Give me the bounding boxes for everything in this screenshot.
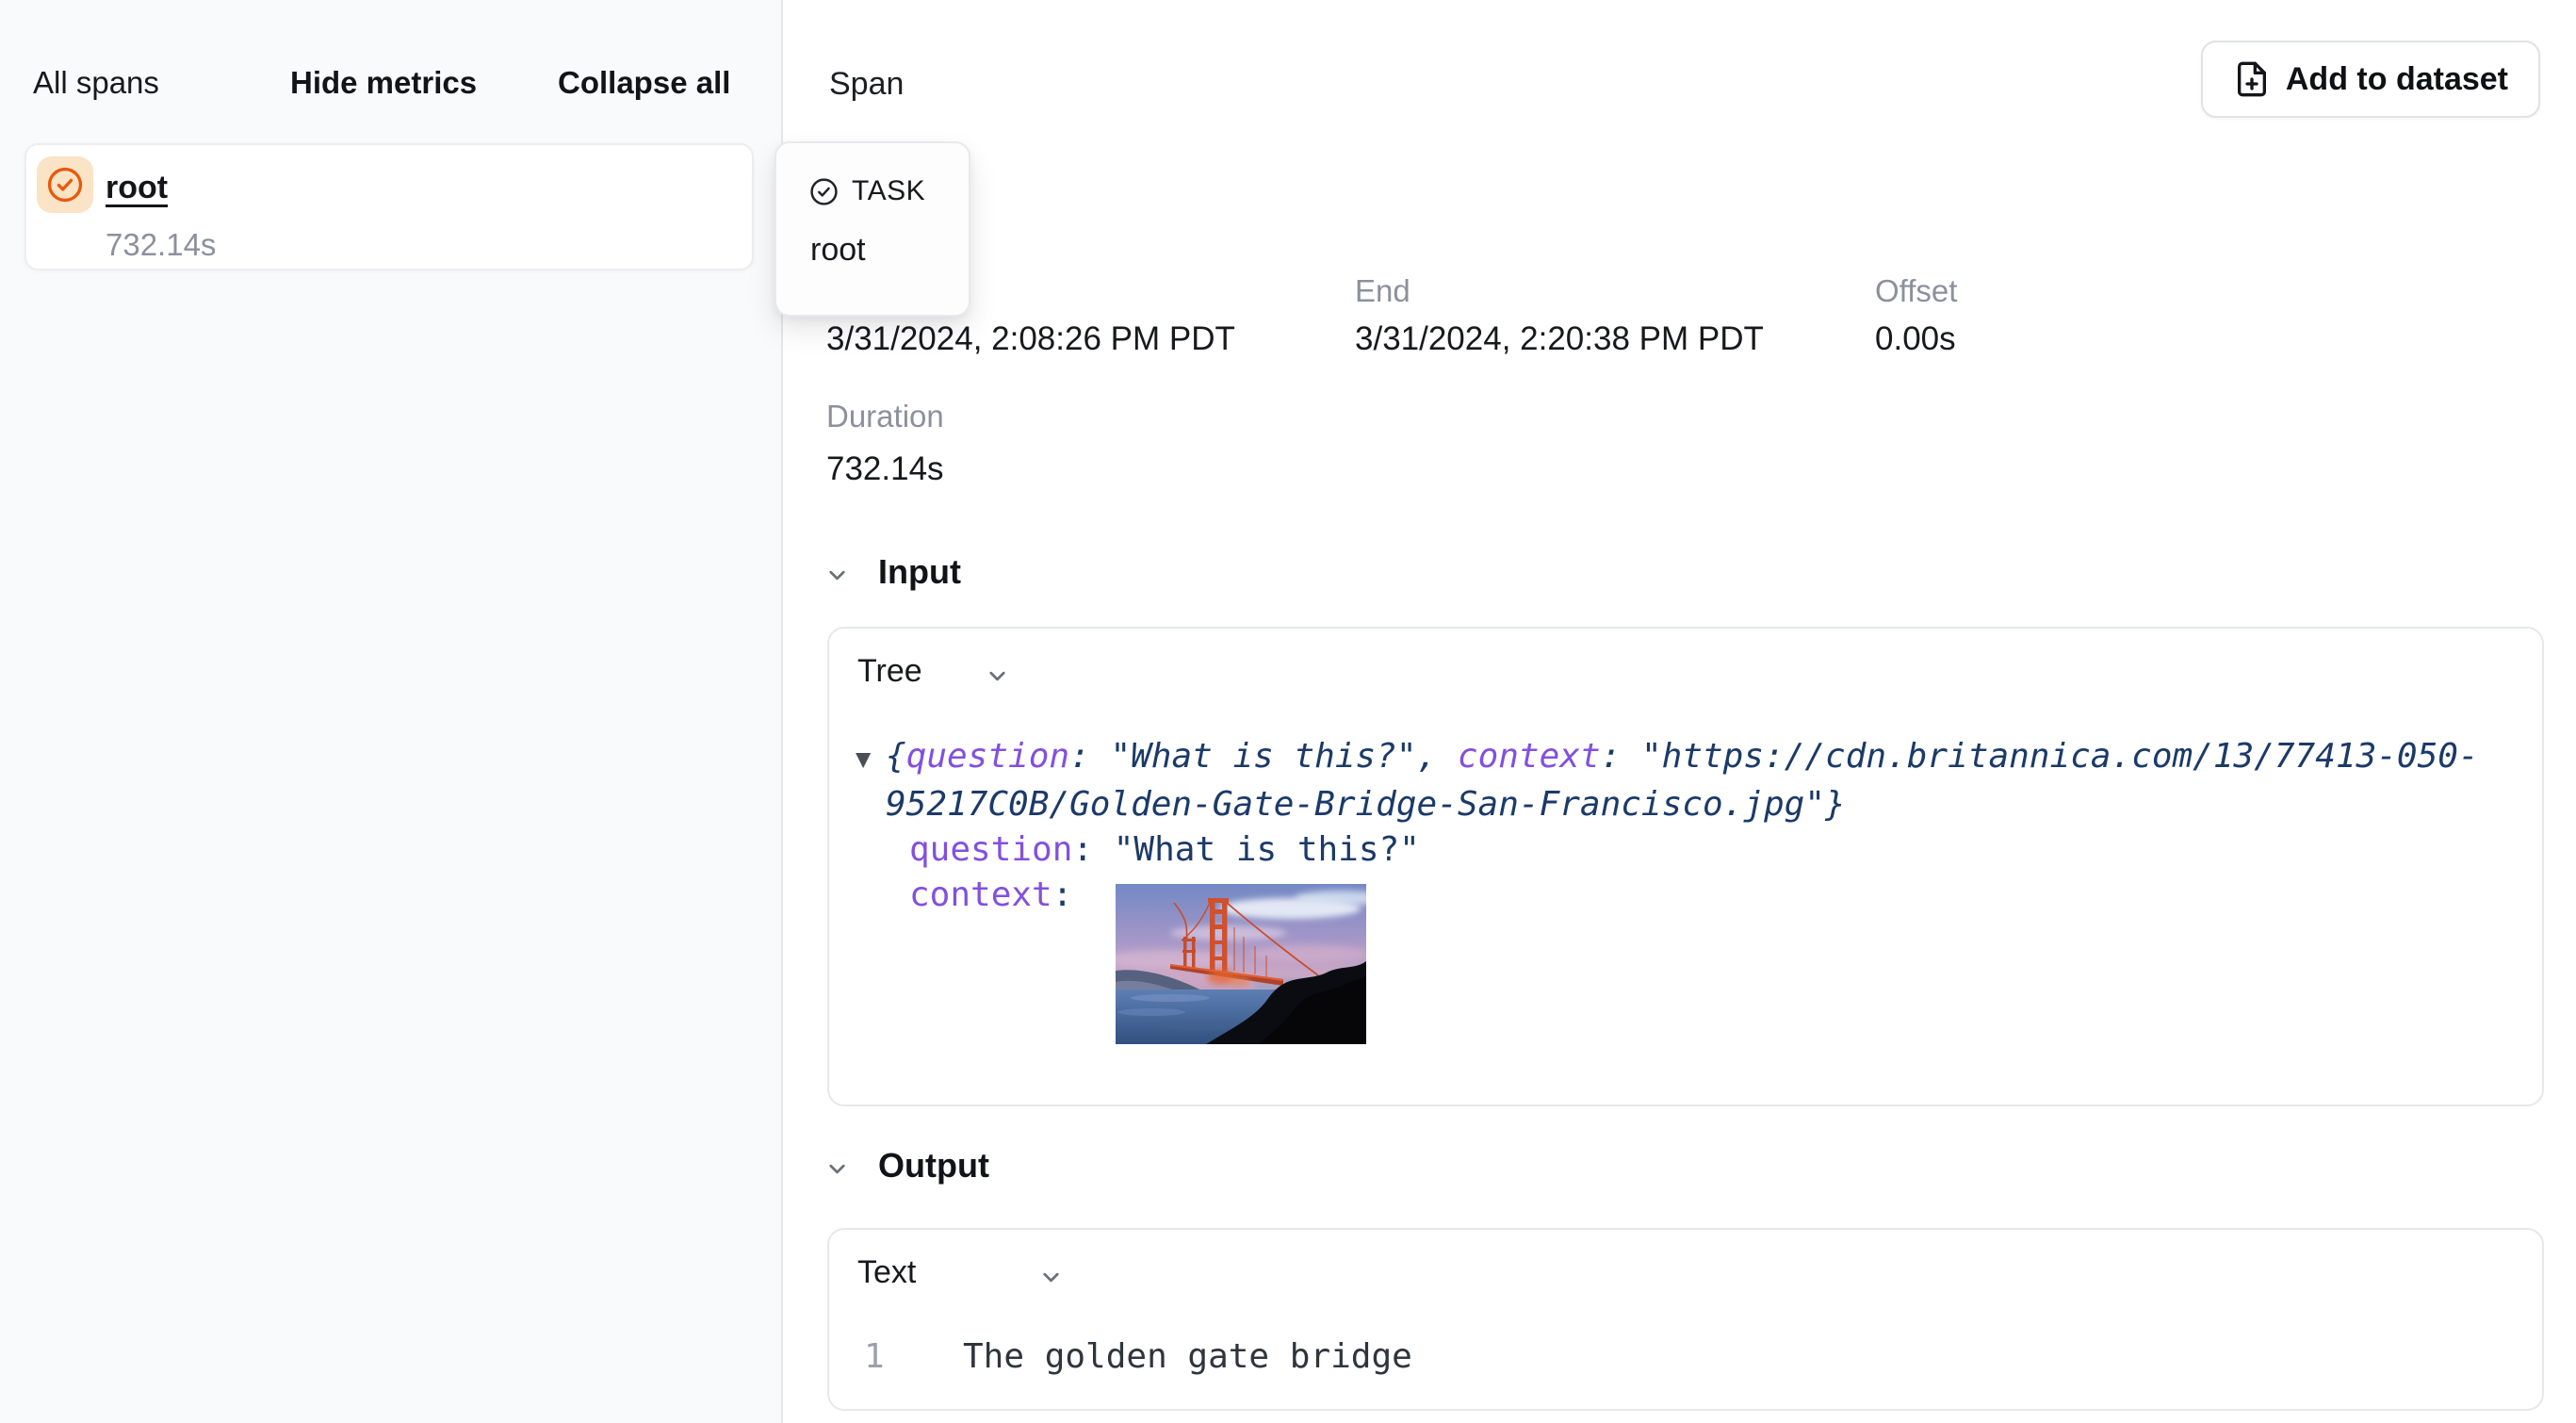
span-tree-panel: All spans Hide metrics Collapse all root… xyxy=(0,0,783,1423)
task-status-chip xyxy=(37,156,93,213)
start-value: 3/31/2024, 2:08:26 PM PDT xyxy=(826,320,1235,358)
tree-expander[interactable]: ▼ xyxy=(856,737,886,782)
check-circle-icon xyxy=(45,165,85,204)
json-preview-line-wrap: 95217C0B/Golden-Gate-Bridge-San-Francisc… xyxy=(856,782,2516,827)
json-value: 95217C0B/Golden-Gate-Bridge-San-Francisc… xyxy=(886,785,1825,824)
duration-value: 732.14s xyxy=(826,450,944,488)
popup-span-name: root xyxy=(810,232,866,269)
collapse-all-button[interactable]: Collapse all xyxy=(558,64,730,102)
json-key: question xyxy=(909,830,1072,869)
json-value: "What is this?" xyxy=(1110,737,1416,776)
output-text: The golden gate bridge xyxy=(963,1337,1412,1376)
output-card: Text 1 The golden gate bridge xyxy=(827,1228,2544,1411)
input-card: Tree ▼{question: "What is this?", contex… xyxy=(827,627,2544,1106)
span-name-link[interactable]: root xyxy=(106,170,168,206)
json-key: context xyxy=(1458,737,1601,776)
page-title: Span xyxy=(829,66,904,103)
json-child-question: question: "What is this?" xyxy=(856,827,2516,873)
output-view-select[interactable]: Text xyxy=(857,1254,916,1291)
offset-value: 0.00s xyxy=(1875,320,1956,358)
json-key: context xyxy=(909,875,1052,914)
input-json-tree: ▼{question: "What is this?", context: "h… xyxy=(856,734,2516,1044)
span-hover-card: TASK root xyxy=(774,141,970,317)
input-view-select[interactable]: Tree xyxy=(857,653,922,690)
task-type-label: TASK xyxy=(852,175,925,207)
duration-label: Duration xyxy=(826,399,944,434)
json-preview-line: ▼{question: "What is this?", context: "h… xyxy=(856,734,2516,782)
output-collapse-chevron-icon[interactable] xyxy=(824,1156,850,1182)
output-section-header[interactable]: Output xyxy=(878,1146,989,1186)
context-image-thumbnail[interactable] xyxy=(1116,884,1366,1044)
json-value: "What is this?" xyxy=(1114,830,1420,869)
end-value: 3/31/2024, 2:20:38 PM PDT xyxy=(1355,320,1764,358)
json-value: "https://cdn.britannica.com/13/77413-050… xyxy=(1641,737,2479,776)
add-to-dataset-button[interactable]: Add to dataset xyxy=(2201,41,2540,118)
all-spans-filter[interactable]: All spans xyxy=(33,64,159,102)
input-view-select-value: Tree xyxy=(857,653,922,690)
chevron-down-icon[interactable] xyxy=(1038,1265,1064,1290)
input-section-header[interactable]: Input xyxy=(878,552,961,592)
add-to-dataset-label: Add to dataset xyxy=(2286,61,2508,98)
hide-metrics-button[interactable]: Hide metrics xyxy=(290,64,477,102)
json-child-context: context: xyxy=(856,873,2516,1044)
span-row-root[interactable]: root 732.14s xyxy=(24,143,754,270)
offset-label: Offset xyxy=(1875,273,1957,309)
input-collapse-chevron-icon[interactable] xyxy=(824,563,850,588)
file-plus-icon xyxy=(2233,60,2271,98)
span-duration: 732.14s xyxy=(106,227,216,263)
chevron-down-icon[interactable] xyxy=(985,663,1010,689)
output-view-select-value: Text xyxy=(857,1254,916,1291)
json-key: question xyxy=(906,737,1069,776)
task-type-icon xyxy=(808,176,840,207)
line-number: 1 xyxy=(864,1337,885,1376)
end-label: End xyxy=(1355,273,1410,309)
